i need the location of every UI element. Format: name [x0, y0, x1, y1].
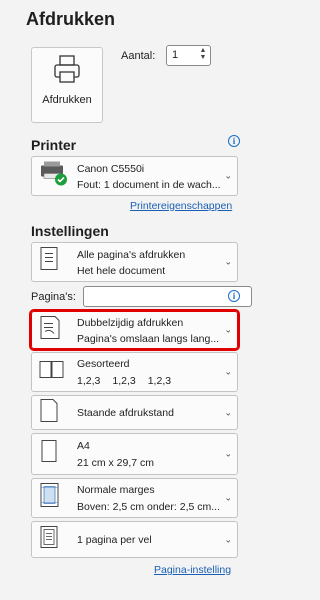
chevron-down-icon: ⌄: [224, 534, 232, 544]
print-range-title: Alle pagina's afdrukken: [77, 249, 186, 261]
collate-icon: [38, 359, 66, 386]
collate-order-3: 1,2,3: [147, 375, 172, 387]
chevron-down-icon: ⌄: [224, 256, 232, 267]
duplex-title: Dubbelzijdig afdrukken: [77, 317, 184, 329]
collate-order-2: 1,2,3: [112, 375, 136, 387]
chevron-down-icon: ⌄: [224, 170, 232, 181]
pages-icon: [38, 246, 62, 279]
chevron-down-icon: ⌄: [224, 492, 232, 503]
printer-device-icon: [38, 161, 68, 192]
collate-title: Gesorteerd: [77, 358, 130, 370]
paper-size-icon: [38, 439, 60, 470]
print-range-subtitle: Het hele document: [77, 265, 166, 277]
orientation-dropdown[interactable]: Staande afdrukstand ⌄: [31, 395, 238, 430]
paper-size-title: A4: [77, 440, 90, 452]
printer-name: Canon C5550i: [77, 163, 145, 175]
collate-order-1: 1,2,3: [77, 375, 101, 387]
margins-icon: [38, 482, 62, 515]
page-setup-link[interactable]: Pagina-instelling: [154, 564, 231, 576]
margins-subtitle: Boven: 2,5 cm onder: 2,5 cm...: [77, 501, 220, 513]
duplex-icon: [38, 315, 62, 346]
chevron-down-icon: ⌄: [224, 324, 232, 335]
chevron-down-icon: ⌄: [224, 448, 232, 459]
copies-label: Aantal:: [121, 50, 156, 62]
collate-order: 1,2,3 1,2,3 1,2,3: [77, 375, 223, 387]
print-range-dropdown[interactable]: Alle pagina's afdrukken Het hele documen…: [31, 242, 238, 282]
print-button-label: Afdrukken: [42, 94, 92, 106]
duplex-dropdown[interactable]: Dubbelzijdig afdrukken Pagina's omslaan …: [29, 309, 240, 351]
page-title: Afdrukken: [26, 9, 116, 29]
printer-status: Fout: 1 document in de wach...: [77, 179, 221, 191]
pages-info-icon[interactable]: i: [228, 290, 240, 302]
printer-heading: Printer: [31, 137, 77, 153]
chevron-down-icon: ⌄: [224, 407, 232, 417]
printer-icon: [53, 54, 81, 89]
paper-size-dropdown[interactable]: A4 21 cm x 29,7 cm ⌄: [31, 433, 238, 475]
pages-label: Pagina's:: [31, 291, 76, 303]
settings-heading: Instellingen: [31, 223, 109, 239]
paper-size-subtitle: 21 cm x 29,7 cm: [77, 457, 155, 469]
pages-input[interactable]: [83, 286, 252, 307]
pages-per-sheet-icon: [38, 524, 62, 555]
printer-properties-link[interactable]: Printereigenschappen: [130, 200, 232, 212]
pages-per-sheet-dropdown[interactable]: 1 pagina per vel ⌄: [31, 521, 238, 558]
chevron-down-icon: ⌄: [224, 366, 232, 377]
printer-dropdown[interactable]: Canon C5550i Fout: 1 document in de wach…: [31, 156, 238, 196]
duplex-subtitle: Pagina's omslaan langs lang...: [77, 333, 220, 345]
collate-dropdown[interactable]: Gesorteerd 1,2,3 1,2,3 1,2,3 ⌄: [31, 352, 238, 392]
portrait-icon: [38, 397, 60, 428]
orientation-title: Staande afdrukstand: [77, 407, 174, 419]
print-button[interactable]: Afdrukken: [31, 47, 103, 123]
printer-info-icon[interactable]: i: [228, 135, 240, 147]
margins-dropdown[interactable]: Normale marges Boven: 2,5 cm onder: 2,5 …: [31, 478, 238, 518]
pages-per-sheet-title: 1 pagina per vel: [77, 534, 152, 546]
margins-title: Normale marges: [77, 484, 155, 496]
copies-stepper[interactable]: ▲ ▼: [198, 47, 208, 61]
